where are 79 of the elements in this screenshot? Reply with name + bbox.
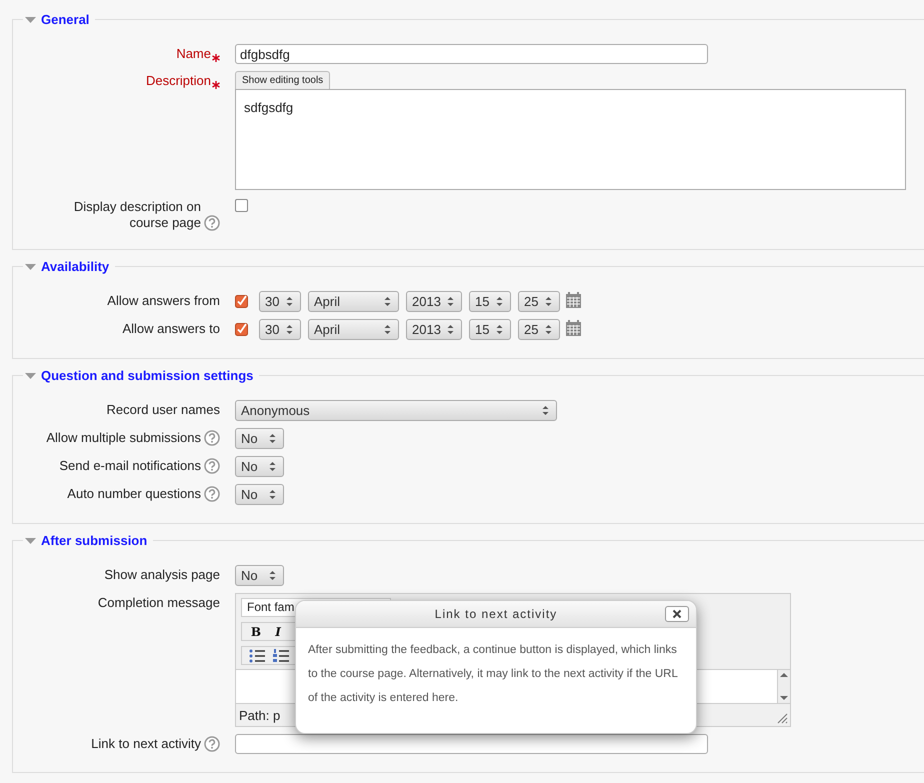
spinner-icon xyxy=(496,324,503,335)
collapse-triangle-icon[interactable] xyxy=(25,16,36,24)
help-icon[interactable] xyxy=(204,736,220,752)
calendar-icon[interactable] xyxy=(566,320,581,336)
close-button[interactable] xyxy=(665,606,689,622)
spinner-icon xyxy=(447,324,454,335)
dropdown[interactable]: No xyxy=(235,428,284,449)
numbered-list-icon[interactable] xyxy=(273,648,289,662)
scroll-down-icon[interactable] xyxy=(780,695,788,701)
toolbar-button[interactable]: B xyxy=(245,624,267,638)
checkbox[interactable] xyxy=(235,199,248,212)
field-label: Show analysis page xyxy=(104,567,220,583)
spinner-icon xyxy=(545,296,552,307)
popup-title: Link to next activity xyxy=(434,607,558,621)
help-icon[interactable] xyxy=(204,486,220,502)
help-icon[interactable] xyxy=(204,215,220,231)
spinner-icon xyxy=(542,405,549,416)
field-label: Display description on course page xyxy=(72,199,201,231)
dropdown[interactable]: 30 xyxy=(259,291,301,312)
scrollbar[interactable] xyxy=(777,670,790,703)
text-editor[interactable]: sdfgsdfg xyxy=(235,89,906,190)
field-label: Record user names xyxy=(106,402,220,418)
dropdown[interactable]: April xyxy=(308,319,399,340)
spinner-icon xyxy=(269,433,276,444)
section-heading[interactable]: Availability xyxy=(41,259,110,274)
dropdown[interactable]: 2013 xyxy=(406,319,462,340)
field-label: Name xyxy=(176,46,211,62)
spinner-icon xyxy=(269,461,276,472)
text-field[interactable]: dfgbsdfg xyxy=(235,44,708,64)
dropdown[interactable]: 30 xyxy=(259,319,301,340)
section-heading[interactable]: General xyxy=(41,12,90,27)
dropdown[interactable]: 2013 xyxy=(406,291,462,312)
resize-grip-icon[interactable] xyxy=(777,713,788,724)
collapse-triangle-icon[interactable] xyxy=(25,536,36,544)
show-editing-tools-tab[interactable]: Show editing tools xyxy=(235,71,330,89)
dropdown[interactable]: No xyxy=(235,484,284,505)
popup-text: After submitting the feedback, a continue button is displayed, which links to the course page. Alternatively, it may link to the next activity if the URL of the activity is entered here. xyxy=(307,643,678,706)
spinner-icon xyxy=(384,324,391,335)
bullet-list-icon[interactable] xyxy=(249,648,265,662)
field-label: Completion message xyxy=(98,595,220,611)
checkbox[interactable] xyxy=(235,323,248,336)
collapse-triangle-icon[interactable] xyxy=(25,372,36,380)
section-heading[interactable]: Question and submission settings xyxy=(41,368,254,383)
path-label: Path: p xyxy=(239,708,280,722)
required-icon xyxy=(212,54,220,62)
collapse-triangle-icon[interactable] xyxy=(25,262,36,270)
dropdown[interactable]: No xyxy=(235,456,284,477)
spinner-icon xyxy=(447,296,454,307)
checkbox[interactable] xyxy=(235,295,248,308)
toolbar-button[interactable]: I xyxy=(267,624,289,638)
spinner-icon xyxy=(496,296,503,307)
spinner-icon xyxy=(286,324,293,335)
spinner-icon xyxy=(384,296,391,307)
dropdown[interactable]: 15 xyxy=(469,291,511,312)
dropdown[interactable]: April xyxy=(308,291,399,312)
dropdown[interactable]: 15 xyxy=(469,319,511,340)
field-label: Link to next activity xyxy=(91,736,201,752)
spinner-icon xyxy=(269,570,276,581)
spinner-icon xyxy=(269,489,276,500)
field-label: Send e-mail notifications xyxy=(59,458,201,474)
field-label: Allow answers to xyxy=(122,321,220,337)
dropdown[interactable]: 25 xyxy=(518,319,560,340)
text-field[interactable] xyxy=(235,734,708,754)
dropdown[interactable]: No xyxy=(235,565,284,586)
field-label: Auto number questions xyxy=(67,486,201,502)
calendar-icon[interactable] xyxy=(566,292,581,308)
field-label: Allow answers from xyxy=(107,293,220,309)
help-icon[interactable] xyxy=(204,458,220,474)
close-icon[interactable] xyxy=(672,609,682,619)
spinner-icon xyxy=(545,324,552,335)
dropdown[interactable]: 25 xyxy=(518,291,560,312)
spinner-icon xyxy=(286,296,293,307)
help-icon[interactable] xyxy=(204,430,220,446)
field-label: Allow multiple submissions xyxy=(46,430,201,446)
section-heading[interactable]: After submission xyxy=(41,533,148,548)
field-label: Description xyxy=(146,73,211,89)
scroll-up-icon[interactable] xyxy=(780,672,788,678)
dropdown[interactable]: Anonymous xyxy=(235,400,557,421)
required-icon xyxy=(212,81,220,89)
